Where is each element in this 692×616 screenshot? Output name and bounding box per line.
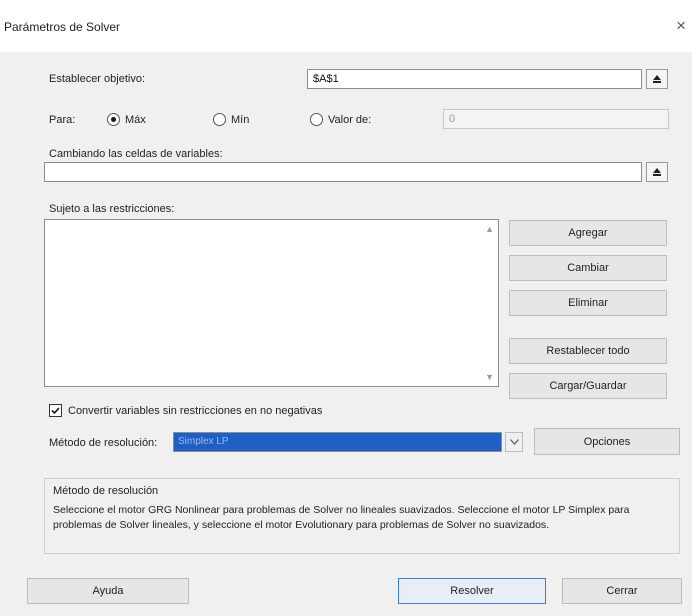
checkmark-icon bbox=[51, 407, 60, 415]
close-icon[interactable]: × bbox=[676, 16, 686, 36]
resolver-button[interactable]: Resolver bbox=[398, 578, 546, 604]
cambiar-button[interactable]: Cambiar bbox=[509, 255, 667, 281]
ayuda-button[interactable]: Ayuda bbox=[27, 578, 189, 604]
para-label: Para: bbox=[49, 114, 76, 126]
metodo-dropdown[interactable] bbox=[505, 432, 523, 452]
metodo-label: Método de resolución: bbox=[49, 437, 158, 449]
window-title: Parámetros de Solver bbox=[4, 20, 121, 34]
radio-valor[interactable] bbox=[310, 113, 323, 126]
nonneg-checkbox[interactable] bbox=[49, 404, 62, 417]
metodo-groupbox: Método de resolución Seleccione el motor… bbox=[44, 478, 680, 554]
valor-input[interactable]: 0 bbox=[443, 109, 669, 129]
groupbox-description: Seleccione el motor GRG Nonlinear para p… bbox=[53, 504, 630, 531]
collapse-arrow-icon bbox=[653, 75, 661, 83]
scroll-up-icon[interactable]: ▲ bbox=[485, 224, 494, 234]
cerrar-button[interactable]: Cerrar bbox=[562, 578, 682, 604]
dialog-footer: Ayuda Resolver Cerrar bbox=[0, 568, 692, 616]
opciones-button[interactable]: Opciones bbox=[534, 428, 680, 455]
title-bar: Parámetros de Solver × bbox=[0, 0, 692, 52]
nonneg-label: Convertir variables sin restricciones en… bbox=[68, 405, 323, 417]
cambiando-input[interactable] bbox=[44, 162, 642, 182]
cambiando-ref-button[interactable] bbox=[646, 162, 668, 182]
metodo-select[interactable]: Simplex LP bbox=[173, 432, 502, 452]
objective-ref-button[interactable] bbox=[646, 69, 668, 89]
restricciones-label: Sujeto a las restricciones: bbox=[49, 203, 175, 215]
scroll-down-icon[interactable]: ▼ bbox=[485, 372, 494, 382]
cargar-guardar-button[interactable]: Cargar/Guardar bbox=[509, 373, 667, 399]
solver-dialog: Parámetros de Solver × Establecer objeti… bbox=[0, 0, 692, 616]
objective-label: Establecer objetivo: bbox=[49, 73, 145, 85]
collapse-arrow-icon bbox=[653, 168, 661, 176]
radio-valor-label: Valor de: bbox=[328, 114, 372, 126]
radio-max-label: Máx bbox=[125, 114, 146, 126]
agregar-button[interactable]: Agregar bbox=[509, 220, 667, 246]
eliminar-button[interactable]: Eliminar bbox=[509, 290, 667, 316]
metodo-value: Simplex LP bbox=[178, 436, 229, 447]
objective-input[interactable]: $A$1 bbox=[307, 69, 642, 89]
groupbox-title: Método de resolución bbox=[53, 485, 159, 497]
radio-min[interactable] bbox=[213, 113, 226, 126]
objective-value: $A$1 bbox=[313, 73, 339, 85]
cambiando-label: Cambiando las celdas de variables: bbox=[49, 148, 223, 160]
restablecer-button[interactable]: Restablecer todo bbox=[509, 338, 667, 364]
radio-max[interactable] bbox=[107, 113, 120, 126]
valor-value: 0 bbox=[449, 113, 456, 125]
radio-min-label: Mín bbox=[231, 114, 250, 126]
restricciones-list[interactable]: ▲ ▼ bbox=[44, 219, 499, 387]
chevron-down-icon bbox=[509, 439, 519, 445]
